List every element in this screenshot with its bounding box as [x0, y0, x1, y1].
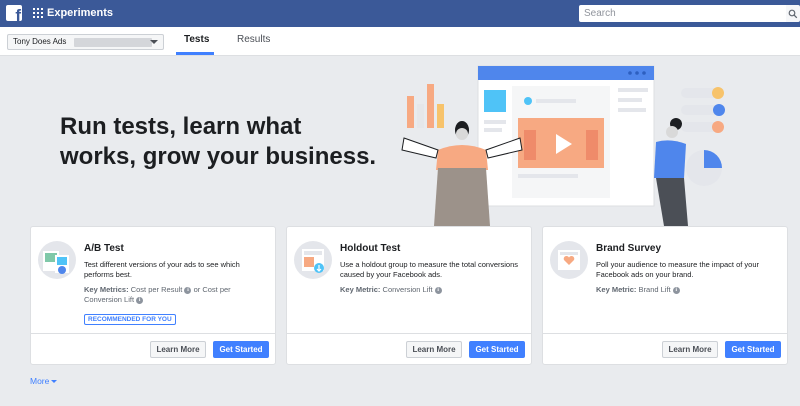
chevron-down-icon: [51, 380, 58, 383]
brand-survey-card: Brand Survey Poll your audience to measu…: [542, 226, 788, 365]
card-title: Brand Survey: [596, 243, 662, 254]
ad-account-name: Tony Does Ads: [13, 37, 67, 46]
learn-more-button[interactable]: Learn More: [662, 341, 718, 358]
card-key-metrics: Key Metric: Conversion Lift i: [340, 285, 525, 295]
metric-cost-per-result: Cost per Result: [130, 285, 183, 294]
apps-grid-icon[interactable]: [33, 8, 43, 18]
key-metrics-label: Key Metrics:: [84, 285, 129, 294]
divider: [287, 333, 531, 334]
search-icon: [788, 9, 798, 19]
hero-headline: Run tests, learn what works, grow your b…: [60, 112, 400, 172]
card-description: Poll your audience to measure the impact…: [596, 260, 760, 279]
ab-test-card: A/B Test Test different versions of your…: [30, 226, 276, 365]
sub-navigation: Tony Does Ads Tests Results: [0, 27, 800, 56]
divider: [543, 333, 787, 334]
ad-account-dropdown[interactable]: Tony Does Ads: [7, 34, 164, 50]
brand-survey-icon: [550, 241, 588, 279]
get-started-button[interactable]: Get Started: [725, 341, 781, 358]
more-link[interactable]: More: [30, 376, 58, 386]
info-icon[interactable]: i: [184, 287, 192, 294]
get-started-button[interactable]: Get Started: [469, 341, 525, 358]
info-icon[interactable]: i: [434, 287, 442, 294]
card-description: Use a holdout group to measure the total…: [340, 260, 519, 279]
tab-results[interactable]: Results: [237, 34, 270, 45]
search-input[interactable]: [579, 5, 786, 22]
card-title: Holdout Test: [340, 243, 401, 254]
info-icon[interactable]: i: [136, 297, 144, 304]
learn-more-button[interactable]: Learn More: [406, 341, 462, 358]
metric-conversion-lift: Conversion Lift: [84, 295, 135, 304]
learn-more-button[interactable]: Learn More: [150, 341, 206, 358]
key-metric-label: Key Metric:: [596, 285, 637, 294]
holdout-test-icon: [294, 241, 332, 279]
info-icon[interactable]: i: [672, 287, 680, 294]
key-metric-label: Key Metric:: [340, 285, 381, 294]
app-title[interactable]: Experiments: [47, 7, 113, 19]
metric-brand-lift: Brand Lift: [638, 285, 671, 294]
ad-account-id-redacted: [74, 38, 152, 47]
holdout-test-card: Holdout Test Use a holdout group to meas…: [286, 226, 532, 365]
ab-test-icon: [38, 241, 76, 279]
recommended-badge: RECOMMENDED FOR YOU: [84, 314, 176, 325]
divider: [31, 333, 275, 334]
metric-conversion-lift: Conversion Lift: [382, 285, 433, 294]
hero-headline-line-1: Run tests, learn what: [60, 113, 302, 140]
top-bar: f Experiments: [0, 0, 800, 27]
tab-tests[interactable]: Tests: [184, 34, 209, 45]
more-label: More: [30, 376, 50, 386]
search-button[interactable]: [786, 5, 800, 22]
get-started-button[interactable]: Get Started: [213, 341, 269, 358]
hero-headline-line-2: works, grow your business.: [60, 143, 377, 170]
facebook-logo-icon[interactable]: f: [6, 5, 22, 21]
hero-illustration: [401, 65, 725, 226]
metric-joiner: or Cost per: [193, 285, 231, 294]
active-tab-indicator: [176, 52, 214, 55]
chevron-down-icon: [150, 40, 158, 44]
card-key-metrics: Key Metrics: Cost per Result i or Cost p…: [84, 285, 269, 305]
card-description: Test different versions of your ads to s…: [84, 260, 240, 279]
card-title: A/B Test: [84, 243, 124, 254]
card-key-metrics: Key Metric: Brand Lift i: [596, 285, 781, 295]
